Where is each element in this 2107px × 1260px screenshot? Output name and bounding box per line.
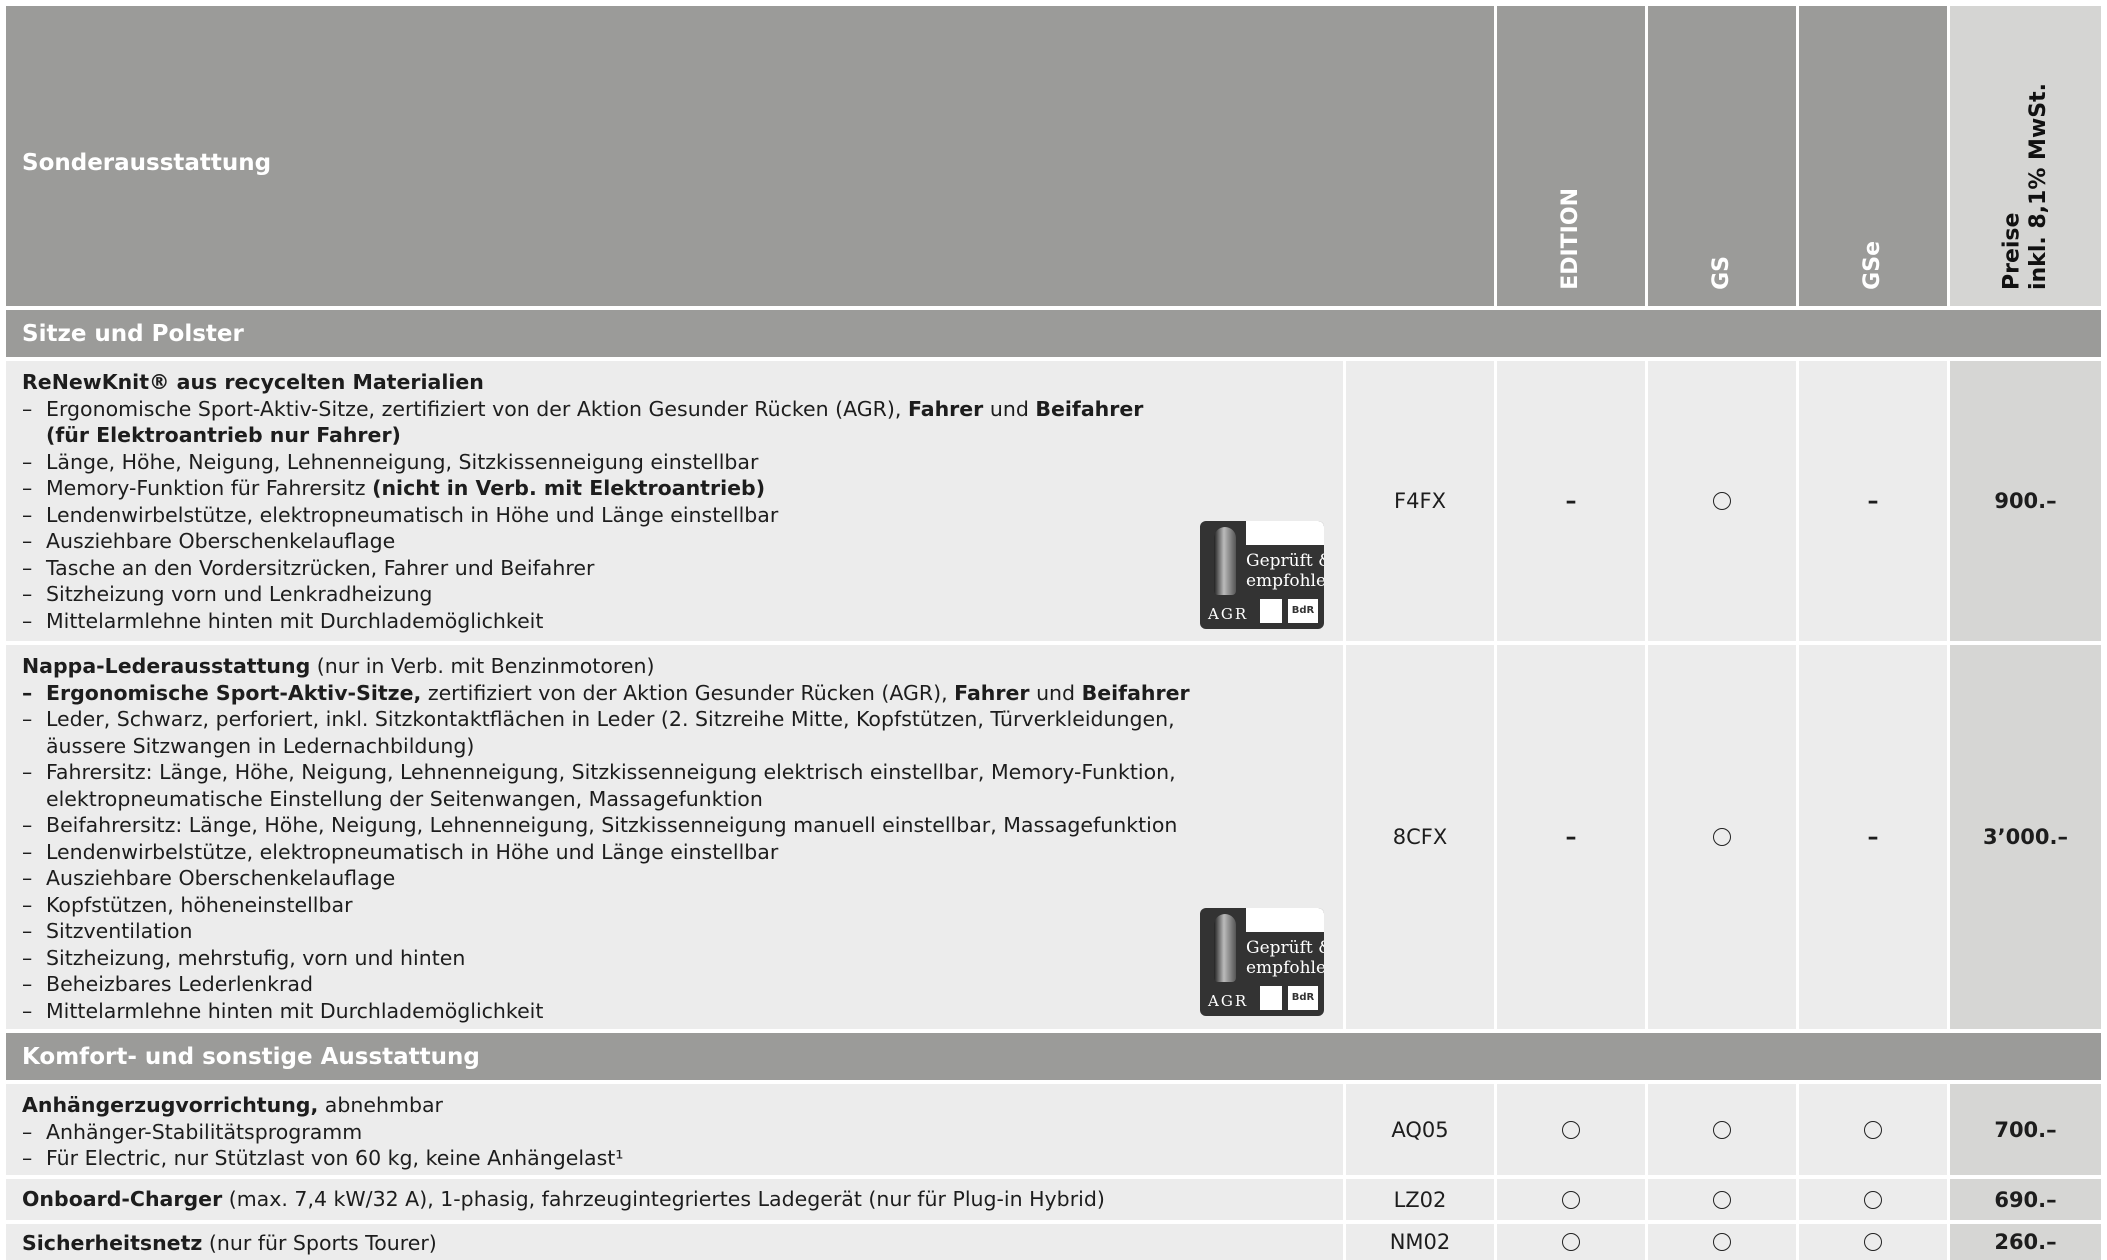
header-price-cell: Preise inkl. 8,1% MwSt. [1950, 6, 2101, 306]
row-nappa-code: 8CFX [1346, 645, 1494, 1029]
list-item: Anhänger-Stabilitätsprogramm [22, 1119, 1327, 1146]
section-seats: Sitze und Polster [6, 310, 2101, 357]
agr-badge: Geprüft &empfohlen AGR BdR [1200, 521, 1324, 629]
row-charger-code: LZ02 [1346, 1179, 1494, 1220]
row-net-code: NM02 [1346, 1224, 1494, 1260]
list-item: Ergonomische Sport-Aktiv-Sitze, zertifiz… [22, 396, 1327, 449]
row-net-gs [1648, 1224, 1796, 1260]
row-nappa-edition: – [1497, 645, 1645, 1029]
spine-figure [1214, 914, 1236, 982]
agr-badge: Geprüft &empfohlen AGR BdR [1200, 908, 1324, 1016]
row-renewknit-title: ReNewKnit® aus recycelten Materialien [22, 370, 484, 394]
row-towbar-description: Anhängerzugvorrichtung, abnehmbar Anhäng… [6, 1084, 1343, 1175]
equipment-table: Sonderausstattung EDITION GS GSe Preise i… [0, 0, 2107, 1260]
row-net-price: 260.– [1950, 1224, 2101, 1260]
section-comfort: Komfort- und sonstige Ausstattung [6, 1033, 2101, 1080]
list-item: Leder, Schwarz, perforiert, inkl. Sitzko… [22, 706, 1327, 759]
header-gse: GSe [1859, 241, 1885, 290]
list-item: Lendenwirbelstütze, elektropneumatisch i… [22, 839, 1327, 866]
list-item: Ausziehbare Oberschenkelauflage [22, 528, 1327, 555]
header-edition-cell: EDITION [1497, 6, 1645, 306]
header-title: Sonderausstattung [22, 150, 272, 176]
row-net-title: Sicherheitsnetz [22, 1231, 203, 1255]
spine-figure [1214, 527, 1236, 595]
optional-circle-icon [1562, 1120, 1580, 1139]
optional-circle-icon [1713, 1120, 1731, 1139]
row-charger-price: 690.– [1950, 1179, 2101, 1220]
list-item: Lendenwirbelstütze, elektropneumatisch i… [22, 502, 1327, 529]
header-gs-cell: GS [1648, 6, 1796, 306]
row-nappa-price: 3’000.– [1950, 645, 2101, 1029]
row-charger-title: Onboard-Charger [22, 1187, 223, 1211]
optional-circle-icon [1864, 1190, 1882, 1209]
row-towbar-gs [1648, 1084, 1796, 1175]
row-charger-gs [1648, 1179, 1796, 1220]
optional-circle-icon [1562, 1190, 1580, 1209]
row-net-edition [1497, 1224, 1645, 1260]
row-renewknit-gs [1648, 361, 1796, 641]
list-item: Sitzventilation [22, 918, 1327, 945]
row-nappa-gs [1648, 645, 1796, 1029]
optional-circle-icon [1864, 1233, 1882, 1251]
row-towbar-edition [1497, 1084, 1645, 1175]
row-towbar-gse [1799, 1084, 1947, 1175]
optional-circle-icon [1713, 1233, 1731, 1251]
header-edition: EDITION [1557, 188, 1583, 290]
list-item: Für Electric, nur Stützlast von 60 kg, k… [22, 1145, 1327, 1172]
header-gse-cell: GSe [1799, 6, 1947, 306]
header-price: Preise inkl. 8,1% MwSt. [1999, 82, 2051, 290]
list-item: Ausziehbare Oberschenkelauflage [22, 865, 1327, 892]
row-net-description: Sicherheitsnetz (nur für Sports Tourer) [6, 1224, 1343, 1260]
row-renewknit-gse: – [1799, 361, 1947, 641]
row-charger-gse [1799, 1179, 1947, 1220]
row-nappa-gse: – [1799, 645, 1947, 1029]
row-renewknit-code: F4FX [1346, 361, 1494, 641]
optional-circle-icon [1713, 1190, 1731, 1209]
row-towbar-code: AQ05 [1346, 1084, 1494, 1175]
list-item: Länge, Höhe, Neigung, Lehnenneigung, Sit… [22, 449, 1327, 476]
optional-circle-icon [1713, 492, 1731, 510]
list-item: Kopfstützen, höheneinstellbar [22, 892, 1327, 919]
list-item: Mittelarmlehne hinten mit Durchlademögli… [22, 608, 1327, 635]
header-title-cell: Sonderausstattung [6, 6, 1494, 306]
optional-circle-icon [1562, 1233, 1580, 1251]
row-towbar-price: 700.– [1950, 1084, 2101, 1175]
list-item: Beheizbares Lederlenkrad [22, 971, 1327, 998]
list-item: Ergonomische Sport-Aktiv-Sitze, zertifiz… [22, 680, 1327, 707]
row-renewknit-edition: – [1497, 361, 1645, 641]
row-nappa-description: Nappa-Lederausstattung (nur in Verb. mit… [6, 645, 1343, 1029]
list-item: Beifahrersitz: Länge, Höhe, Neigung, Leh… [22, 812, 1327, 839]
list-item: Memory-Funktion für Fahrersitz (nicht in… [22, 475, 1327, 502]
list-item: Tasche an den Vordersitzrücken, Fahrer u… [22, 555, 1327, 582]
list-item: Fahrersitz: Länge, Höhe, Neigung, Lehnen… [22, 759, 1327, 812]
list-item: Sitzheizung vorn und Lenkradheizung [22, 581, 1327, 608]
row-charger-description: Onboard-Charger (max. 7,4 kW/32 A), 1-ph… [6, 1179, 1343, 1220]
header-gs: GS [1708, 256, 1734, 290]
row-renewknit-description: ReNewKnit® aus recycelten Materialien Er… [6, 361, 1343, 641]
row-towbar-title: Anhängerzugvorrichtung, [22, 1093, 319, 1117]
list-item: Mittelarmlehne hinten mit Durchlademögli… [22, 998, 1327, 1025]
optional-circle-icon [1713, 828, 1731, 846]
row-renewknit-price: 900.– [1950, 361, 2101, 641]
row-charger-edition [1497, 1179, 1645, 1220]
row-nappa-title: Nappa-Lederausstattung [22, 654, 311, 678]
row-net-gse [1799, 1224, 1947, 1260]
list-item: Sitzheizung, mehrstufig, vorn und hinten [22, 945, 1327, 972]
optional-circle-icon [1864, 1120, 1882, 1139]
